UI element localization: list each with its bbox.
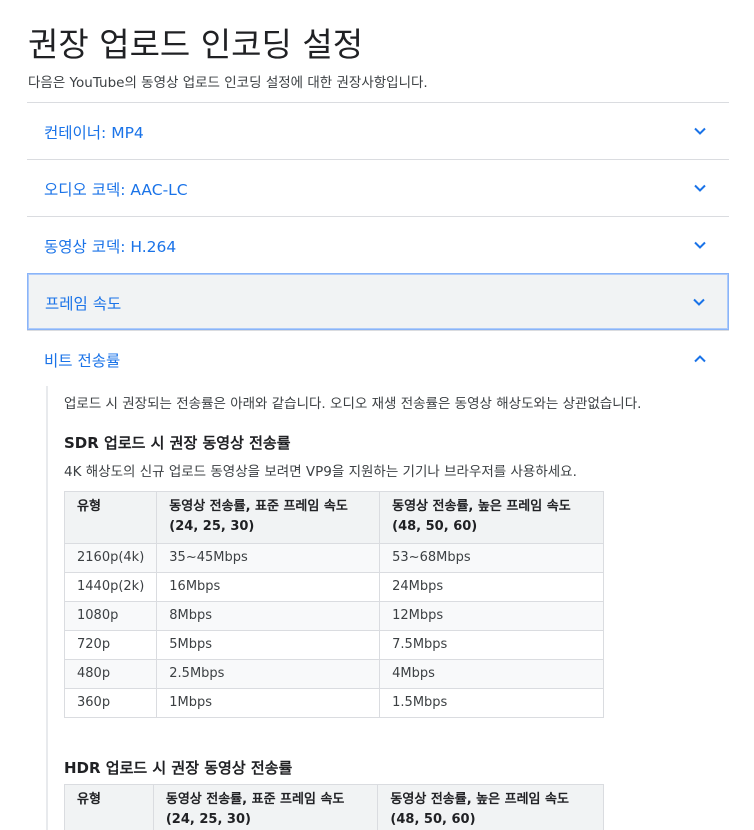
header-type: 유형 [63, 491, 158, 544]
cell-type: 360p [63, 688, 158, 718]
accordion-title: 컨테이너: MP4 [44, 124, 144, 142]
accordion-title: 동영상 코덱: H.264 [44, 238, 177, 256]
header-high-fps: 동영상 전송률, 높은 프레임 속도 (48, 50, 60) [377, 784, 604, 830]
table-header-row: 유형 동영상 전송률, 표준 프레임 속도 (24, 25, 30) 동영상 전송… [64, 784, 604, 830]
table-row: 360p 1Mbps 1.5Mbps [63, 688, 604, 718]
accordion-title: 프레임 속도 [45, 295, 122, 313]
page-intro: 다음은 YouTube의 동영상 업로드 인코딩 설정에 대한 권장사항입니다. [28, 75, 428, 91]
cell-standard: 35~45Mbps [156, 543, 381, 573]
accordion-title: 비트 전송률 [44, 352, 121, 370]
chevron-down-icon [694, 184, 706, 192]
cell-standard: 5Mbps [156, 630, 381, 660]
chevron-down-icon [693, 298, 705, 306]
hdr-heading: HDR 업로드 시 권장 동영상 전송률 [64, 759, 293, 777]
accordion-title: 오디오 코덱: AAC-LC [44, 181, 188, 199]
chevron-down-icon [694, 241, 706, 249]
sdr-bitrate-table: 유형 동영상 전송률, 표준 프레임 속도 (24, 25, 30) 동영상 전송… [63, 491, 604, 718]
table-row: 720p 5Mbps 7.5Mbps [63, 630, 604, 660]
sdr-note: 4K 해상도의 신규 업로드 동영상을 보려면 VP9을 지원하는 기기나 브라… [64, 464, 577, 480]
cell-type: 1440p(2k) [63, 572, 158, 602]
accordion-item-container[interactable]: 컨테이너: MP4 [27, 102, 729, 159]
hdr-bitrate-table: 유형 동영상 전송률, 표준 프레임 속도 (24, 25, 30) 동영상 전송… [64, 784, 604, 830]
cell-high: 12Mbps [379, 601, 604, 631]
cell-type: 2160p(4k) [63, 543, 158, 573]
cell-high: 1.5Mbps [379, 688, 604, 718]
table-row: 480p 2.5Mbps 4Mbps [63, 659, 604, 689]
bitrate-panel: 업로드 시 권장되는 전송률은 아래와 같습니다. 오디오 재생 전송률은 동영… [46, 386, 736, 830]
table-row: 1080p 8Mbps 12Mbps [63, 601, 604, 631]
cell-high: 4Mbps [379, 659, 604, 689]
cell-type: 720p [63, 630, 158, 660]
page-title: 권장 업로드 인코딩 설정 [28, 25, 364, 64]
accordion-item-frame-rate[interactable]: 프레임 속도 [27, 273, 729, 330]
cell-high: 7.5Mbps [379, 630, 604, 660]
cell-standard: 2.5Mbps [156, 659, 381, 689]
accordion-item-video-codec[interactable]: 동영상 코덱: H.264 [27, 216, 729, 273]
accordion-item-bitrate[interactable]: 비트 전송률 [27, 330, 729, 376]
header-standard-fps: 동영상 전송률, 표준 프레임 속도 (24, 25, 30) [152, 784, 379, 830]
table-header-row: 유형 동영상 전송률, 표준 프레임 속도 (24, 25, 30) 동영상 전송… [63, 491, 604, 544]
cell-standard: 1Mbps [156, 688, 381, 718]
settings-accordion: 컨테이너: MP4 오디오 코덱: AAC-LC 동영상 코덱: H.264 프… [27, 102, 729, 376]
header-high-fps: 동영상 전송률, 높은 프레임 속도 (48, 50, 60) [379, 491, 604, 544]
sdr-heading: SDR 업로드 시 권장 동영상 전송률 [64, 434, 291, 452]
cell-type: 1080p [63, 601, 158, 631]
chevron-up-icon [694, 355, 706, 363]
cell-high: 53~68Mbps [379, 543, 604, 573]
header-type: 유형 [64, 784, 154, 830]
table-row: 2160p(4k) 35~45Mbps 53~68Mbps [63, 543, 604, 573]
accordion-item-audio-codec[interactable]: 오디오 코덱: AAC-LC [27, 159, 729, 216]
bitrate-intro: 업로드 시 권장되는 전송률은 아래와 같습니다. 오디오 재생 전송률은 동영… [64, 396, 642, 412]
chevron-down-icon [694, 127, 706, 135]
cell-high: 24Mbps [379, 572, 604, 602]
cell-standard: 16Mbps [156, 572, 381, 602]
cell-type: 480p [63, 659, 158, 689]
header-standard-fps: 동영상 전송률, 표준 프레임 속도 (24, 25, 30) [156, 491, 381, 544]
table-row: 1440p(2k) 16Mbps 24Mbps [63, 572, 604, 602]
cell-standard: 8Mbps [156, 601, 381, 631]
